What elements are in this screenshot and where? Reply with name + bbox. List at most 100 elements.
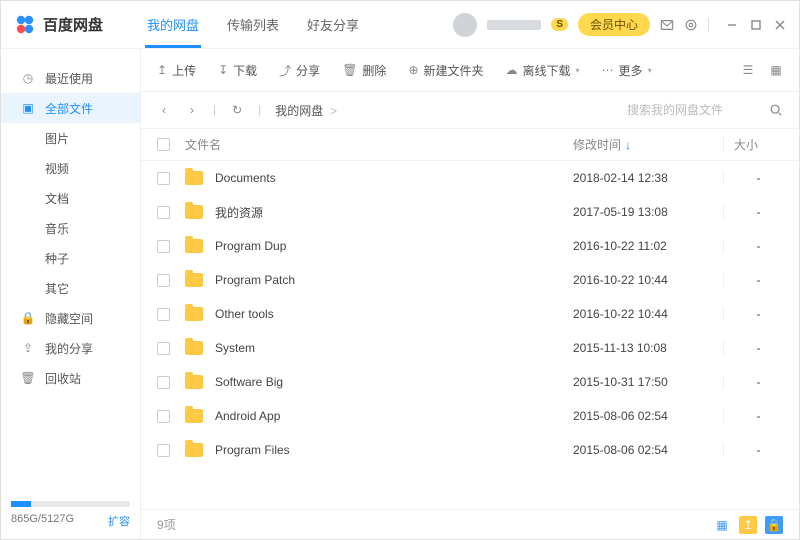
file-row[interactable]: Android App 2015-08-06 02:54- bbox=[141, 399, 799, 433]
clock-icon: ◷ bbox=[21, 71, 35, 85]
refresh-button[interactable]: ↻ bbox=[230, 103, 244, 117]
file-time: 2015-08-06 02:54 bbox=[573, 443, 723, 457]
more-button[interactable]: ⋯更多 ▾ bbox=[602, 62, 652, 79]
row-checkbox[interactable] bbox=[157, 206, 170, 219]
tab-2[interactable]: 好友分享 bbox=[293, 1, 373, 48]
file-row[interactable]: Program Patch2016-10-22 10:44- bbox=[141, 263, 799, 297]
column-name[interactable]: 文件名 bbox=[185, 136, 573, 153]
file-row[interactable]: Other tools 2016-10-22 10:44- bbox=[141, 297, 799, 331]
row-checkbox[interactable] bbox=[157, 240, 170, 253]
sidebar-item-10[interactable]: 🗑 回收站 bbox=[1, 363, 140, 393]
nav-forward-button[interactable]: › bbox=[185, 103, 199, 117]
app-logo: 百度网盘 bbox=[13, 13, 103, 37]
delete-button[interactable]: 🗑删除 bbox=[342, 62, 386, 79]
breadcrumb[interactable]: 我的网盘 > bbox=[275, 102, 337, 119]
row-checkbox[interactable] bbox=[157, 410, 170, 423]
sidebar-item-label: 音乐 bbox=[45, 220, 69, 237]
maximize-button[interactable] bbox=[749, 18, 763, 32]
sidebar-item-label: 视频 bbox=[45, 160, 69, 177]
search-input[interactable] bbox=[627, 103, 757, 117]
member-badge: S bbox=[551, 18, 568, 31]
file-row[interactable]: Program Dup2016-10-22 11:02- bbox=[141, 229, 799, 263]
sidebar-item-label: 我的分享 bbox=[45, 340, 93, 357]
file-row[interactable]: Software Big2015-10-31 17:50- bbox=[141, 365, 799, 399]
folder-icon bbox=[185, 171, 203, 185]
lock-icon: 🔒 bbox=[21, 311, 35, 325]
storage-meter: 865G/5127G 扩容 bbox=[1, 493, 140, 539]
file-row[interactable]: Documents 2018-02-14 12:38- bbox=[141, 161, 799, 195]
username[interactable] bbox=[487, 20, 541, 30]
view-grid-icon[interactable]: ▦ bbox=[769, 63, 783, 77]
offline-download-button[interactable]: ☁离线下载 ▾ bbox=[506, 62, 580, 79]
settings-icon[interactable] bbox=[684, 18, 698, 32]
title-bar: 百度网盘 我的网盘传输列表好友分享 S 会员中心 bbox=[1, 1, 799, 49]
nav-back-button[interactable]: ‹ bbox=[157, 103, 171, 117]
mail-icon[interactable] bbox=[660, 18, 674, 32]
avatar[interactable] bbox=[453, 13, 477, 37]
sidebar: ◷最近使用▣全部文件图片视频文档音乐种子其它 🔒 隐藏空间 ⇪ 我的分享 🗑 回收站 865… bbox=[1, 49, 141, 539]
row-checkbox[interactable] bbox=[157, 376, 170, 389]
main-tabs: 我的网盘传输列表好友分享 bbox=[133, 1, 373, 48]
sidebar-item-0[interactable]: ◷最近使用 bbox=[1, 63, 140, 93]
row-checkbox[interactable] bbox=[157, 444, 170, 457]
tab-0[interactable]: 我的网盘 bbox=[133, 1, 213, 48]
trash-icon: 🗑 bbox=[21, 371, 35, 385]
sort-icon[interactable]: ☰ bbox=[741, 63, 755, 77]
file-time: 2018-02-14 12:38 bbox=[573, 171, 723, 185]
expand-storage-link[interactable]: 扩容 bbox=[108, 513, 130, 529]
lock-icon[interactable]: 🔒 bbox=[765, 516, 783, 534]
sidebar-item-7[interactable]: 其它 bbox=[1, 273, 140, 303]
transfer-icon[interactable]: ↥ bbox=[739, 516, 757, 534]
sidebar-item-6[interactable]: 种子 bbox=[1, 243, 140, 273]
sidebar-item-4[interactable]: 文档 bbox=[1, 183, 140, 213]
tab-1[interactable]: 传输列表 bbox=[213, 1, 293, 48]
share-icon: ⇪ bbox=[21, 341, 35, 355]
folder-icon bbox=[185, 307, 203, 321]
item-count: 9项 bbox=[157, 516, 176, 533]
file-name: 我的资源 bbox=[215, 204, 263, 221]
file-name: Documents bbox=[215, 171, 276, 185]
file-name: Android App bbox=[215, 409, 280, 423]
sidebar-item-5[interactable]: 音乐 bbox=[1, 213, 140, 243]
file-time: 2016-10-22 11:02 bbox=[573, 239, 723, 253]
sidebar-item-label: 回收站 bbox=[45, 370, 81, 387]
search-icon[interactable] bbox=[769, 103, 783, 117]
folder-icon bbox=[185, 409, 203, 423]
sidebar-item-1[interactable]: ▣全部文件 bbox=[1, 93, 140, 123]
row-checkbox[interactable] bbox=[157, 172, 170, 185]
file-time: 2015-08-06 02:54 bbox=[573, 409, 723, 423]
file-size: - bbox=[723, 409, 783, 423]
column-time[interactable]: 修改时间↓ bbox=[573, 136, 723, 153]
file-row[interactable]: Program Files2015-08-06 02:54- bbox=[141, 433, 799, 467]
new-folder-button[interactable]: ⊕新建文件夹 bbox=[408, 62, 483, 79]
column-size[interactable]: 大小 bbox=[723, 136, 783, 153]
file-size: - bbox=[723, 307, 783, 321]
folder-icon: ▣ bbox=[21, 101, 35, 115]
minimize-button[interactable] bbox=[725, 18, 739, 32]
share-button[interactable]: ⤴分享 bbox=[279, 62, 320, 79]
sidebar-item-3[interactable]: 视频 bbox=[1, 153, 140, 183]
sidebar-item-9[interactable]: ⇪ 我的分享 bbox=[1, 333, 140, 363]
sidebar-item-label: 隐藏空间 bbox=[45, 310, 93, 327]
row-checkbox[interactable] bbox=[157, 342, 170, 355]
sidebar-item-2[interactable]: 图片 bbox=[1, 123, 140, 153]
folder-icon bbox=[185, 205, 203, 219]
app-name: 百度网盘 bbox=[43, 14, 103, 35]
file-time: 2016-10-22 10:44 bbox=[573, 307, 723, 321]
file-name: Other tools bbox=[215, 307, 274, 321]
select-all-checkbox[interactable] bbox=[157, 138, 170, 151]
file-row[interactable]: 我的资源2017-05-19 13:08- bbox=[141, 195, 799, 229]
download-button[interactable]: ↧下载 bbox=[218, 62, 257, 79]
member-center-button[interactable]: 会员中心 bbox=[578, 13, 650, 36]
folder-icon bbox=[185, 239, 203, 253]
file-row[interactable]: System2015-11-13 10:08- bbox=[141, 331, 799, 365]
sidebar-item-8[interactable]: 🔒 隐藏空间 bbox=[1, 303, 140, 333]
file-time: 2017-05-19 13:08 bbox=[573, 205, 723, 219]
view-tile-icon[interactable]: ▦ bbox=[713, 516, 731, 534]
row-checkbox[interactable] bbox=[157, 274, 170, 287]
close-button[interactable] bbox=[773, 18, 787, 32]
file-size: - bbox=[723, 171, 783, 185]
row-checkbox[interactable] bbox=[157, 308, 170, 321]
upload-button[interactable]: ↥上传 bbox=[157, 62, 196, 79]
file-size: - bbox=[723, 341, 783, 355]
